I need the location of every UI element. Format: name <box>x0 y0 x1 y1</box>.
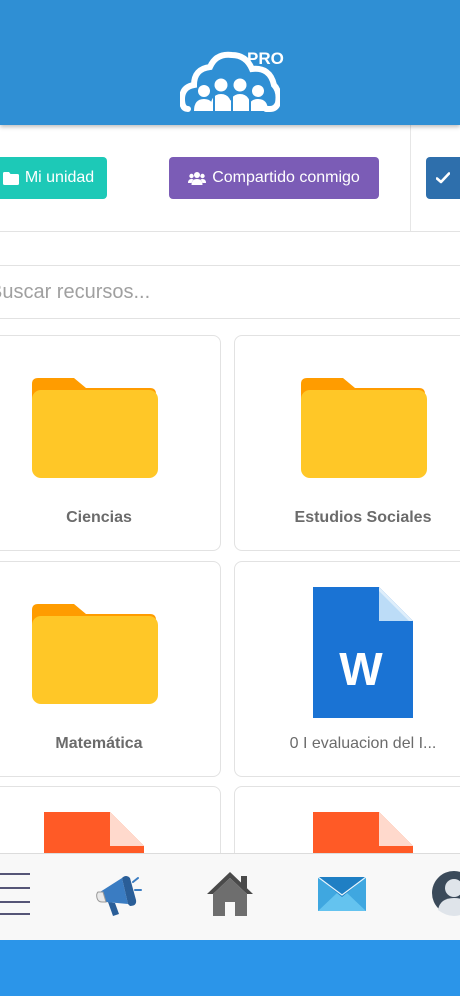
tab-divider <box>410 125 411 231</box>
file-name: Estudios Sociales <box>294 509 432 526</box>
third-tab-button[interactable] <box>426 157 460 199</box>
file-card-matematica[interactable]: Matemática <box>0 561 221 777</box>
search-box <box>0 265 460 319</box>
bottom-navigation <box>0 853 460 940</box>
megaphone-icon[interactable] <box>96 870 142 918</box>
file-name: Ciencias <box>66 509 132 526</box>
logo-pro-badge: PRO <box>247 49 284 68</box>
file-name: 0 I evaluacion del I... <box>289 735 437 752</box>
word-document-icon: W <box>313 587 413 718</box>
avatar-icon[interactable] <box>430 870 460 916</box>
mail-icon[interactable] <box>318 877 366 911</box>
shared-with-me-label: Compartido conmigo <box>212 169 360 186</box>
file-card-word-document[interactable]: W 0 I evaluacion del I... <box>234 561 460 777</box>
folder-icon <box>301 378 427 478</box>
users-icon <box>188 172 207 185</box>
svg-text:W: W <box>339 643 383 695</box>
check-icon <box>436 172 450 184</box>
menu-icon[interactable] <box>0 873 30 915</box>
home-icon[interactable] <box>205 870 255 916</box>
file-name: Matemática <box>55 735 143 752</box>
search-input[interactable] <box>0 266 460 318</box>
folder-icon <box>32 604 158 704</box>
drive-tabs: Mi unidad Compartido conmigo <box>0 125 460 232</box>
my-drive-label: Mi unidad <box>24 169 95 186</box>
page: PRO Mi unidad Compartido conmigo Buscar … <box>0 0 460 996</box>
my-drive-button[interactable]: Mi unidad <box>0 157 107 199</box>
app-header: PRO <box>0 0 460 125</box>
shared-with-me-button[interactable]: Compartido conmigo <box>169 157 379 199</box>
file-card-ciencias[interactable]: Ciencias <box>0 335 221 551</box>
bottom-system-bar <box>0 940 460 996</box>
folder-icon <box>2 171 19 185</box>
file-card-estudios-sociales[interactable]: Estudios Sociales <box>234 335 460 551</box>
folder-icon <box>32 378 158 478</box>
